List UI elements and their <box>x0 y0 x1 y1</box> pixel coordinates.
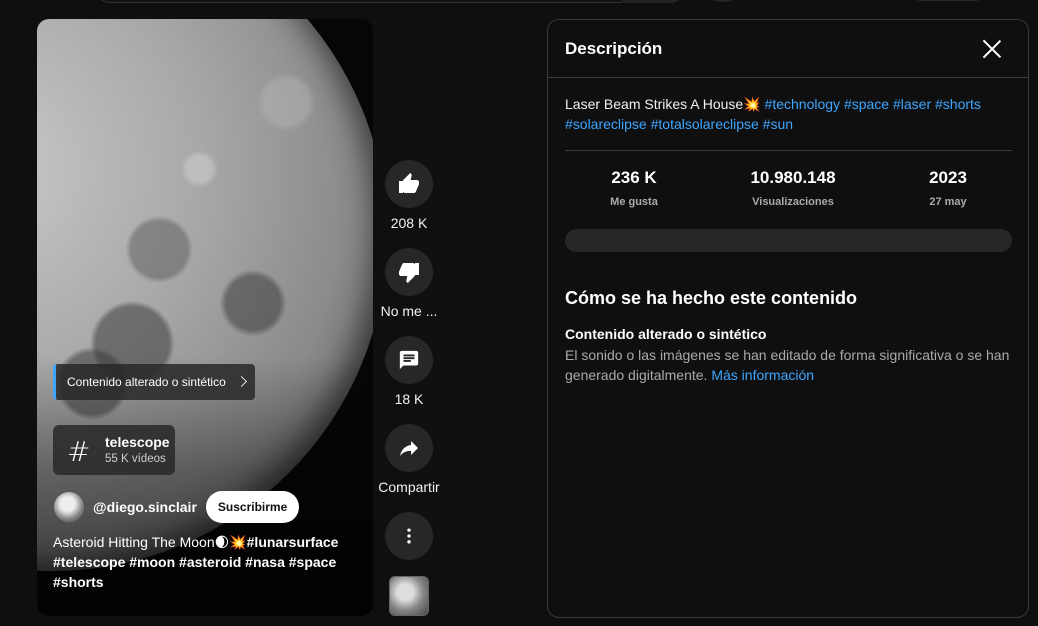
sound-thumbnail[interactable] <box>389 576 429 616</box>
like-button[interactable] <box>385 160 433 208</box>
chevron-right-icon <box>236 376 247 387</box>
hashtag-name: telescope <box>105 434 170 450</box>
more-vert-icon <box>407 528 411 544</box>
stat-label: Visualizaciones <box>752 196 834 208</box>
altered-content-chip[interactable]: Contenido alterado o sintético <box>53 364 255 400</box>
stat-value: 2023 <box>929 168 967 187</box>
how-made-subtitle: Contenido alterado o sintético <box>565 326 767 342</box>
how-made-text: El sonido o las imágenes se han editado … <box>565 345 1015 385</box>
caption-shorts-tag[interactable]: #shorts <box>53 574 104 590</box>
search-button-fragment[interactable] <box>622 0 684 3</box>
share-action: Compartir <box>370 424 448 495</box>
hashtag-video-count: 55 K vídeos <box>105 453 166 465</box>
loading-bar <box>565 229 1012 252</box>
close-icon[interactable] <box>982 39 1002 59</box>
hashtag-link[interactable]: #totalsolareclipse <box>651 116 759 132</box>
more-info-link[interactable]: Más información <box>711 367 814 383</box>
like-icon <box>399 173 419 193</box>
hashtag-link[interactable]: #space <box>844 96 889 112</box>
masthead-button-fragment[interactable] <box>908 0 988 1</box>
hashtag-link[interactable]: #sun <box>763 116 793 132</box>
stat-label: 27 may <box>929 196 967 208</box>
shorts-player[interactable]: Contenido alterado o sintético # telesco… <box>37 19 373 616</box>
channel-row: @diego.sinclair Suscribirme <box>53 491 300 523</box>
video-caption[interactable]: Asteroid Hitting The Moon🌒💥#lunarsurface… <box>53 532 353 592</box>
comment-icon <box>399 350 419 370</box>
stat-likes: 236 K Me gusta <box>559 168 709 208</box>
hashtag-link[interactable]: #laser <box>893 96 931 112</box>
search-bar-fragment[interactable] <box>95 0 685 3</box>
caption-emoji: 🌒💥 <box>214 534 247 550</box>
dislike-button[interactable] <box>385 248 433 296</box>
like-action: 208 K <box>370 160 448 231</box>
channel-handle[interactable]: @diego.sinclair <box>93 499 197 515</box>
description-text: Laser Beam Strikes A House💥 #technology … <box>565 94 1005 134</box>
subscribe-button[interactable]: Suscribirme <box>205 491 300 523</box>
stat-label: Me gusta <box>610 196 658 208</box>
description-title: Laser Beam Strikes A House <box>565 96 744 112</box>
more-options-button[interactable] <box>385 512 433 560</box>
how-made-title: Cómo se ha hecho este contenido <box>565 288 858 308</box>
comment-count: 18 K <box>394 391 424 407</box>
divider <box>565 150 1012 151</box>
comment-button[interactable] <box>385 336 433 384</box>
caption-tag[interactable]: #lunarsurface <box>247 534 339 550</box>
stats-row: 236 K Me gusta 10.980.148 Visualizacione… <box>565 168 1012 212</box>
channel-avatar[interactable] <box>53 491 85 523</box>
dislike-icon <box>399 263 419 283</box>
share-icon <box>400 441 418 456</box>
stat-date: 2023 27 may <box>873 168 1023 208</box>
stat-value: 236 K <box>611 168 657 187</box>
share-label: Compartir <box>378 479 440 495</box>
hashtag-icon: # <box>67 435 91 468</box>
description-panel: Descripción Laser Beam Strikes A House💥 … <box>547 19 1029 618</box>
caption-title: Asteroid Hitting The Moon <box>53 534 215 550</box>
hashtag-link[interactable]: #solareclipse <box>565 116 647 132</box>
comment-action: 18 K <box>370 336 448 407</box>
hashtag-chip[interactable]: # telescope 55 K vídeos <box>53 425 175 475</box>
hashtag-link[interactable]: #shorts <box>935 96 981 112</box>
like-count: 208 K <box>390 215 428 231</box>
hashtag-link[interactable]: #technology <box>765 96 841 112</box>
dislike-label: No me ... <box>380 303 438 319</box>
share-button[interactable] <box>385 424 433 472</box>
panel-header: Descripción <box>548 20 1028 78</box>
altered-content-label: Contenido alterado o sintético <box>67 375 226 389</box>
dislike-action: No me ... <box>370 248 448 319</box>
description-emoji: 💥 <box>743 96 761 112</box>
panel-title: Descripción <box>565 39 663 58</box>
caption-tags-line[interactable]: #telescope #moon #asteroid #nasa #space <box>53 554 336 570</box>
stat-value: 10.980.148 <box>750 168 836 187</box>
more-action <box>370 512 448 560</box>
mic-button-fragment[interactable] <box>706 0 740 2</box>
stat-views: 10.980.148 Visualizaciones <box>718 168 868 208</box>
